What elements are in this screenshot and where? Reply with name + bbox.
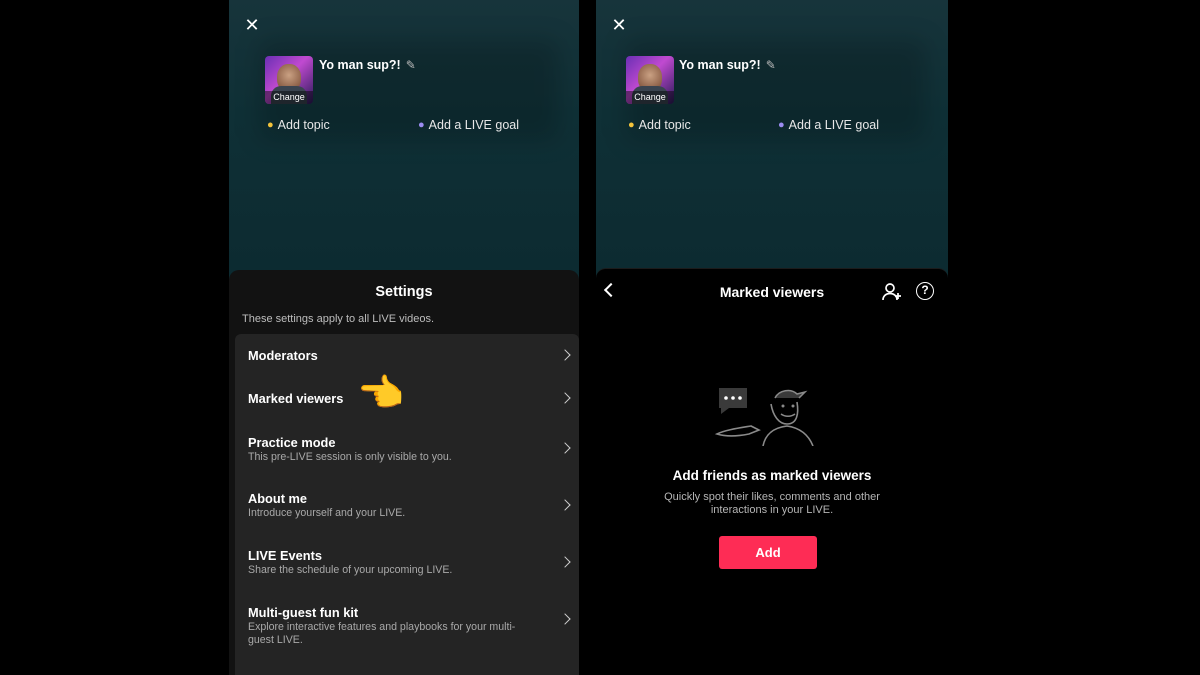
settings-item-description: Introduce yourself and your LIVE. [248,507,406,519]
settings-item-practice-mode[interactable]: Practice mode This pre-LIVE session is o… [235,420,579,476]
marked-viewers-screen: ✕ Change Yo man sup?! ✎ ● Add topic ● Ad… [596,0,948,675]
chevron-right-icon [559,499,571,511]
add-live-goal-label: Add a LIVE goal [428,118,520,132]
settings-item-marked-viewers[interactable]: Marked viewers [235,376,579,420]
settings-sheet: Settings These settings apply to all LIV… [229,270,579,675]
chevron-right-icon [559,442,571,454]
live-title-text: Yo man sup?! [679,58,761,72]
live-cover-thumbnail[interactable]: Change [265,56,313,104]
settings-title: Settings [375,284,433,300]
pencil-icon[interactable]: ✎ [406,58,416,72]
chevron-right-icon [559,392,571,404]
topic-icon: ● [628,119,635,131]
settings-item-label: Practice mode [248,435,336,450]
settings-item-label: Multi-guest fun kit [248,605,359,620]
settings-item-label: About me [248,491,308,506]
live-title[interactable]: Yo man sup?! ✎ [319,58,416,72]
settings-list: Moderators Marked viewers Practice mode … [235,334,579,675]
chevron-right-icon [559,349,571,361]
cover-change-label[interactable]: Change [626,91,674,104]
live-preview-background [596,0,948,290]
live-title[interactable]: Yo man sup?! ✎ [679,58,776,72]
settings-screen: ✕ Change Yo man sup?! ✎ ● Add topic ● Ad… [229,0,579,675]
live-cover-thumbnail[interactable]: Change [626,56,674,104]
empty-state-description: Quickly spot their likes, comments and o… [664,491,880,516]
close-icon[interactable]: ✕ [243,16,261,34]
add-live-goal-button[interactable]: ● Add a LIVE goal [778,118,879,132]
add-topic-label: Add topic [638,118,691,132]
add-user-icon[interactable] [881,281,903,303]
settings-item-label: Moderators [248,348,318,363]
help-icon[interactable]: ? [916,282,934,300]
settings-item-live-events[interactable]: LIVE Events Share the schedule of your u… [235,533,579,590]
add-button[interactable]: Add [719,536,817,569]
marked-viewers-sheet: Marked viewers ? Add friends as marked v… [596,268,948,675]
cover-change-label[interactable]: Change [265,91,313,104]
settings-subtitle: These settings apply to all LIVE videos. [242,313,434,325]
add-live-goal-label: Add a LIVE goal [788,118,880,132]
add-topic-button[interactable]: ● Add topic [267,118,330,132]
settings-item-description: Share the schedule of your upcoming LIVE… [248,564,453,576]
goal-icon: ● [418,119,425,131]
settings-item-about-me[interactable]: About me Introduce yourself and your LIV… [235,476,579,533]
settings-item-multi-guest-fun-kit[interactable]: Multi-guest fun kit Explore interactive … [235,590,579,660]
add-live-goal-button[interactable]: ● Add a LIVE goal [418,118,519,132]
settings-item-label: Marked viewers [248,391,344,406]
settings-item-label: LIVE Events [248,548,322,563]
pencil-icon[interactable]: ✎ [766,58,776,72]
empty-state-title: Add friends as marked viewers [672,468,872,483]
add-topic-button[interactable]: ● Add topic [628,118,691,132]
goal-icon: ● [778,119,785,131]
live-preview-background [229,0,579,290]
close-icon[interactable]: ✕ [610,16,628,34]
settings-item-moderators[interactable]: Moderators [235,334,579,376]
settings-item-description: This pre-LIVE session is only visible to… [248,451,452,463]
chevron-right-icon [559,556,571,568]
live-title-text: Yo man sup?! [319,58,401,72]
pointing-hand-icon: 👈 [357,373,405,415]
marked-viewers-illustration [714,388,814,446]
add-topic-label: Add topic [277,118,330,132]
topic-icon: ● [267,119,274,131]
chevron-right-icon [559,613,571,625]
settings-item-description: Explore interactive features and playboo… [248,621,516,646]
